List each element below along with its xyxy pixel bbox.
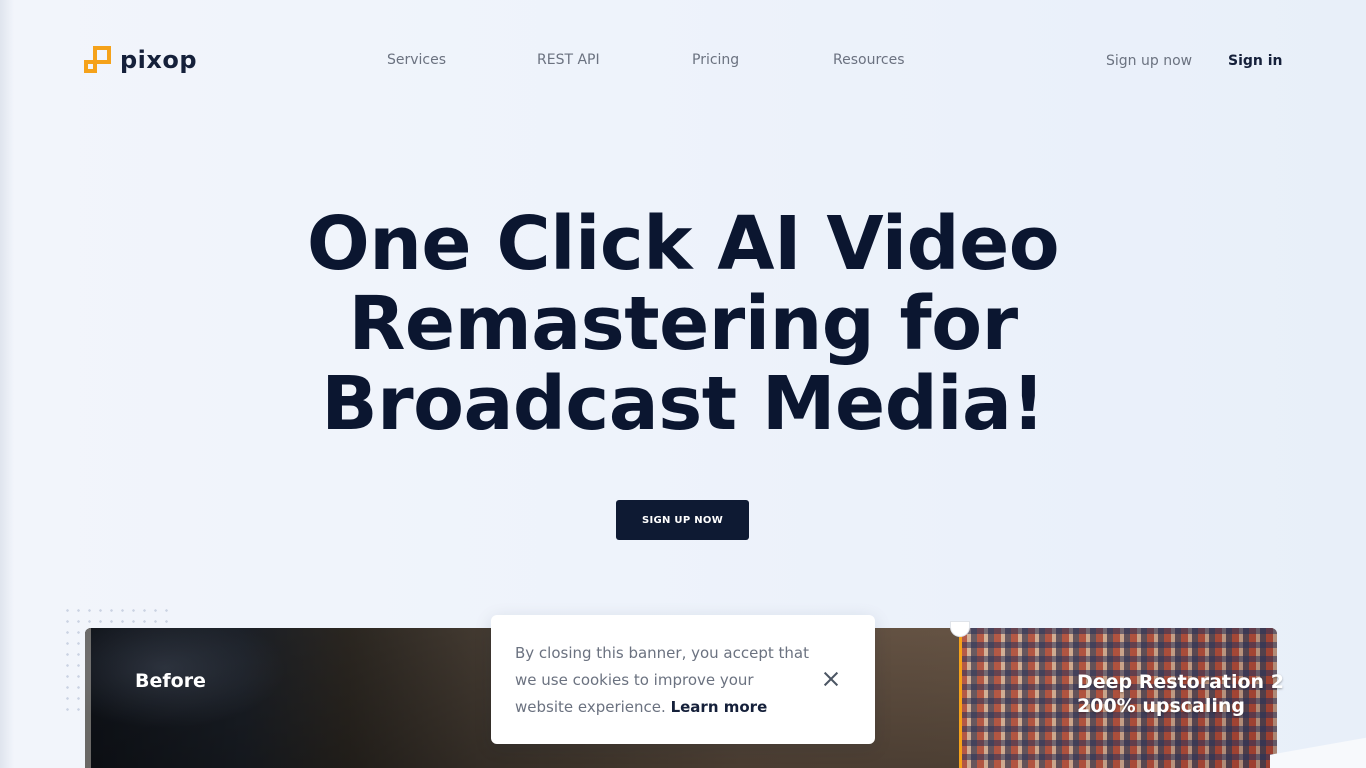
learn-more-link[interactable]: Learn more xyxy=(671,698,768,716)
cookie-banner: By closing this banner, you accept that … xyxy=(491,615,875,744)
hero-title: One Click AI Video Remastering for Broad… xyxy=(233,204,1133,444)
after-label: Deep Restoration 2 200% upscaling xyxy=(1077,670,1284,718)
hero-title-line-3: Broadcast Media! xyxy=(321,361,1045,447)
nav-link-services[interactable]: Services xyxy=(387,52,446,68)
logo-mark-icon xyxy=(84,46,112,74)
top-navigation: pixop Services REST API Pricing Resource… xyxy=(0,0,1366,120)
compare-slider-line[interactable] xyxy=(959,628,962,768)
nav-link-pricing[interactable]: Pricing xyxy=(692,52,739,68)
sign-up-now-button[interactable]: SIGN UP NOW xyxy=(616,500,749,540)
nav-link-rest-api[interactable]: REST API xyxy=(537,52,600,68)
close-icon[interactable] xyxy=(822,670,840,688)
video-frame-edge xyxy=(85,628,91,768)
sign-up-link[interactable]: Sign up now xyxy=(1106,53,1192,69)
hero-title-line-1: One Click AI Video xyxy=(306,201,1060,287)
corner-decoration xyxy=(1270,735,1366,768)
after-label-line-1: Deep Restoration 2 xyxy=(1077,671,1284,693)
before-label: Before xyxy=(135,670,206,692)
cookie-message: By closing this banner, you accept that … xyxy=(515,640,815,721)
logo-text: pixop xyxy=(120,46,198,74)
hero-title-line-2: Remastering for xyxy=(348,281,1018,367)
sign-in-link[interactable]: Sign in xyxy=(1228,53,1283,69)
after-label-line-2: 200% upscaling xyxy=(1077,695,1245,717)
pixop-logo[interactable]: pixop xyxy=(84,45,197,75)
nav-link-resources[interactable]: Resources xyxy=(833,52,905,68)
